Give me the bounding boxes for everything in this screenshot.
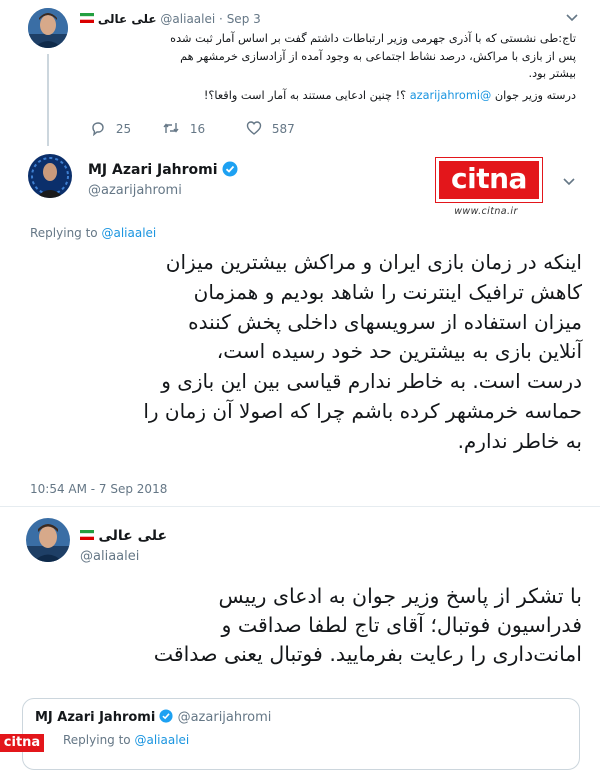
tweet-3: علی عالی @aliaalei با تشکر از پاسخ وزیر … — [0, 508, 600, 770]
citna-corner-logo-text: citna — [3, 735, 41, 750]
tweet-line: حماسه خرمشهر کرده باشم چرا که اصولا آن ز… — [143, 398, 582, 423]
tweet-line: بیشتر بود. — [528, 67, 576, 80]
display-name[interactable]: علی عالی — [98, 12, 157, 26]
retweet-icon — [163, 123, 179, 133]
retweet-count: 16 — [189, 122, 206, 136]
reply-count: 25 — [115, 122, 132, 136]
tweet-timestamp[interactable]: 10:54 AM - 7 Sep 2018 — [30, 482, 167, 496]
avatar-image — [26, 518, 70, 562]
like-button[interactable]: 587 — [246, 120, 295, 136]
mention-link[interactable]: @azarijahromi — [410, 89, 492, 102]
tweet-line: پس از بازی با مراکش، درصد نشاط اجتماعی ب… — [180, 49, 576, 63]
dot-separator: · — [219, 12, 223, 26]
tweet-line: آنلاین بازی به بیشترین حد خود رسیده است، — [216, 339, 582, 364]
avatar-image — [28, 154, 72, 198]
avatar-image — [28, 8, 68, 48]
citna-watermark: citna www.citna.ir — [435, 157, 544, 218]
tweet-line: امانت‌داری را رعایت بفرمایید. فوتبال یعن… — [153, 642, 582, 666]
handle[interactable]: @aliaalei — [160, 12, 215, 26]
avatar-aliaalei[interactable] — [26, 518, 70, 562]
divider — [0, 506, 600, 507]
quoted-handle: @azarijahromi — [177, 710, 272, 725]
chevron-down-icon[interactable] — [563, 178, 575, 186]
citna-logo: citna — [435, 157, 543, 203]
verified-badge-icon — [222, 161, 238, 177]
tweet-line: با تشکر از پاسخ وزیر جوان به ادعای رییس — [218, 584, 582, 608]
tweet-date[interactable]: Sep 3 — [227, 12, 261, 26]
tweet-line: تاج:طی نشستی که با آذری جهرمی وزیر ارتبا… — [170, 32, 576, 45]
like-count: 587 — [271, 122, 295, 136]
tweet-text: اینکه در زمان بازی ایران و مراکش بیشترین… — [24, 248, 582, 457]
quoted-tweet-card[interactable]: MJ Azari Jahromi @azarijahromi Replying … — [22, 698, 580, 770]
text-fragment: درسته وزیر جوان — [491, 88, 576, 102]
tweet-line: درسته وزیر جوان @azarijahromi ؟! چنین اد… — [80, 87, 576, 105]
tweet-line: اینکه در زمان بازی ایران و مراکش بیشترین… — [165, 250, 582, 274]
iran-flag-icon — [80, 528, 94, 540]
display-name[interactable]: MJ Azari Jahromi — [88, 162, 218, 178]
text-fragment: ؟! چنین ادعایی مستند به آمار است واقعا؟! — [203, 88, 410, 102]
handle[interactable]: @azarijahromi — [88, 183, 182, 198]
quoted-display-name: MJ Azari Jahromi — [35, 710, 156, 725]
avatar-azarijahromi[interactable] — [28, 154, 72, 198]
citna-logo-text: citna — [451, 162, 527, 195]
heart-icon — [246, 121, 262, 135]
iran-flag-icon — [80, 12, 94, 23]
thread-line — [47, 54, 49, 146]
chevron-down-icon[interactable] — [566, 14, 578, 22]
tweet-line: درست است. به خاطر ندارم قیاسی بین این با… — [161, 369, 582, 394]
retweet-button[interactable]: 16 — [162, 120, 205, 136]
tweet-line: فدراسیون فوتبال؛ آقای تاج لطفا صداقت و — [221, 613, 582, 637]
replying-to-handle[interactable]: @aliaalei — [101, 226, 156, 240]
tweet-line: کاهش ترافیک اینترنت را شاهد بودیم و همزم… — [193, 279, 582, 304]
tweet-line: میزان استفاده از سرویسهای داخلی پخش کنند… — [188, 309, 582, 334]
quoted-replying-to-handle[interactable]: @aliaalei — [134, 733, 189, 747]
avatar-aliaalei[interactable] — [28, 8, 68, 48]
tweet-text: تاج:طی نشستی که با آذری جهرمی وزیر ارتبا… — [80, 30, 576, 104]
tweet-text: با تشکر از پاسخ وزیر جوان به ادعای رییس … — [24, 582, 582, 669]
tweet-line: به خاطر ندارم. — [457, 428, 582, 453]
replying-to-label: Replying to — [30, 226, 102, 240]
verified-badge-icon — [159, 709, 174, 723]
handle[interactable]: @aliaalei — [80, 549, 139, 564]
reply-icon — [92, 122, 104, 137]
citna-corner-logo: citna — [0, 734, 44, 752]
citna-url: www.citna.ir — [454, 206, 518, 217]
quoted-replying-to-label: Replying to — [63, 733, 135, 747]
reply-button[interactable]: 25 — [90, 120, 132, 137]
tweet-1[interactable]: علی عالی @aliaalei · Sep 3 تاج:طی نشستی … — [0, 0, 600, 146]
display-name[interactable]: علی عالی — [98, 528, 167, 544]
